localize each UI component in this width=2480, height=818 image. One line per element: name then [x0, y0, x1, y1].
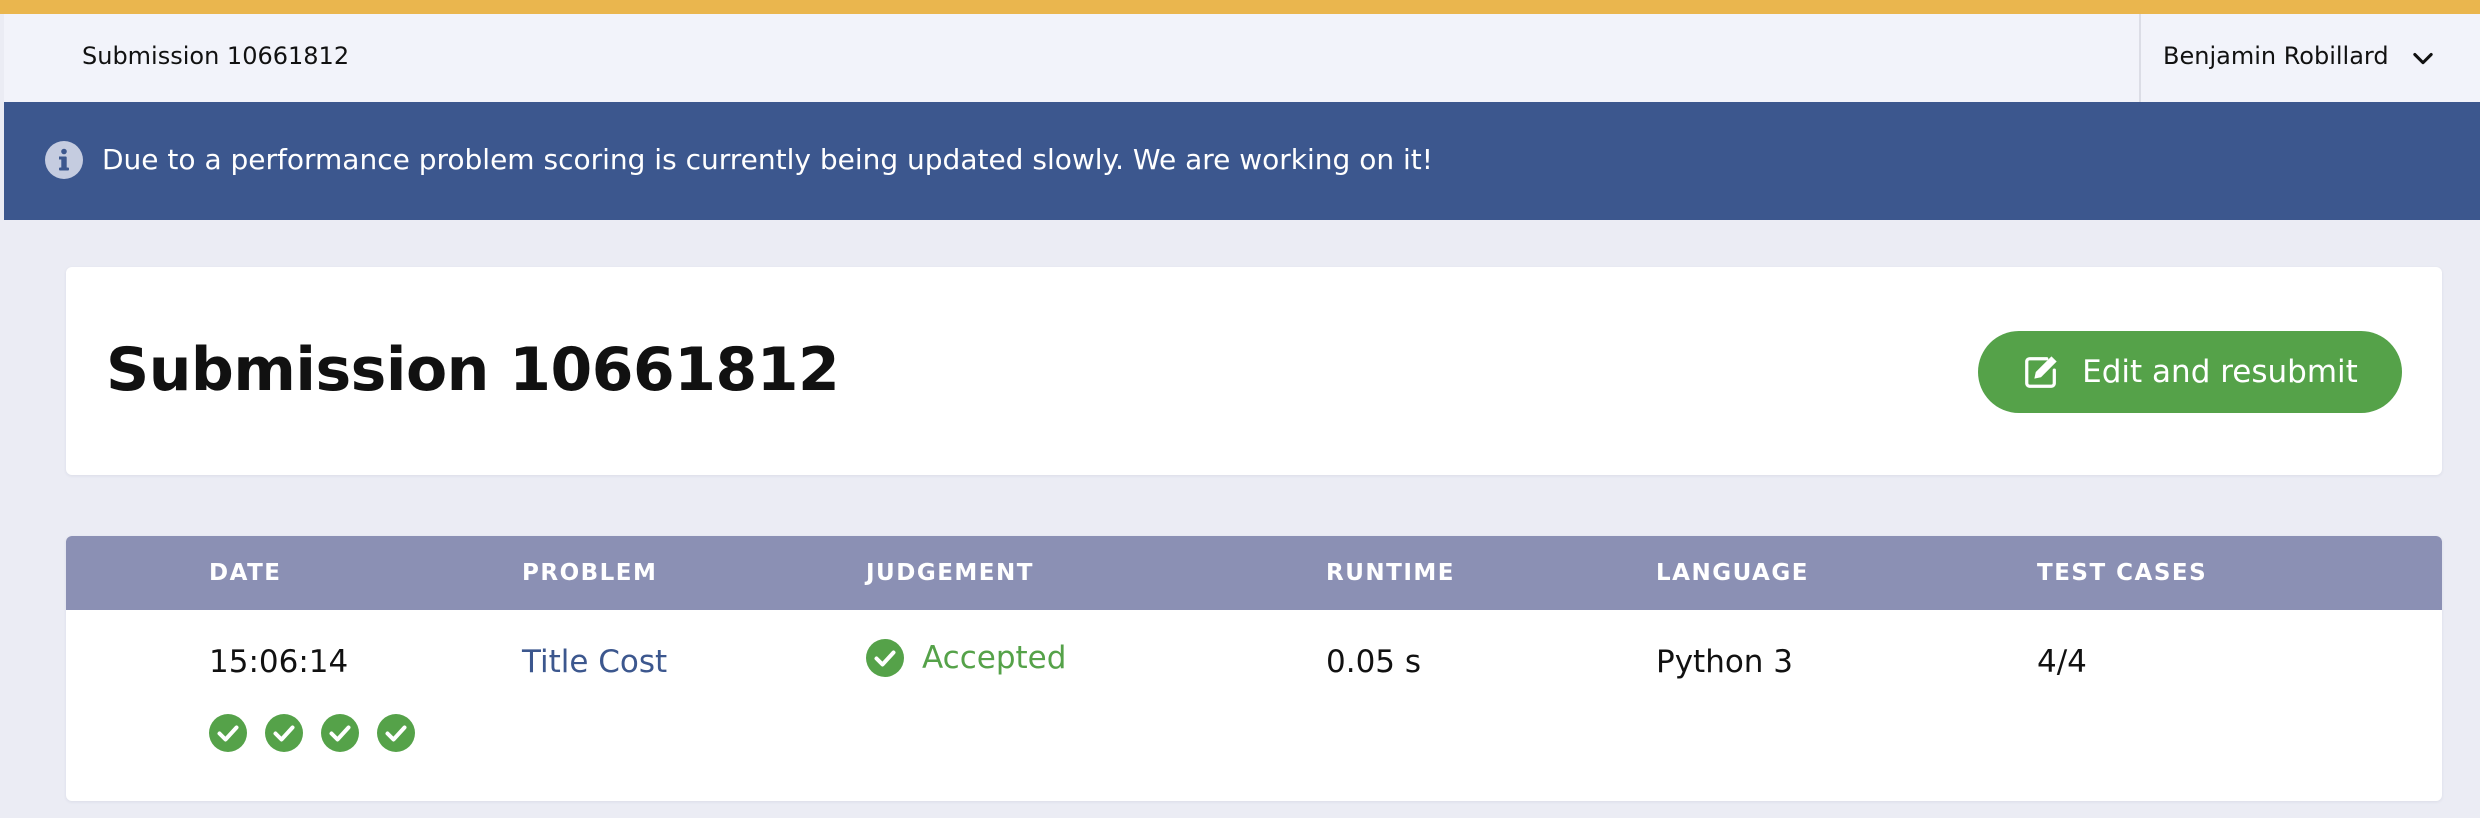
- column-header-problem: PROBLEM: [522, 560, 658, 586]
- test-case-check-icon[interactable]: [265, 714, 303, 752]
- user-name[interactable]: Benjamin Robillard: [2163, 42, 2389, 70]
- test-case-results: [209, 714, 415, 752]
- top-bar: Submission 10661812 Benjamin Robillard: [4, 14, 2480, 102]
- submission-table: DATE PROBLEM JUDGEMENT RUNTIME LANGUAGE …: [66, 536, 2442, 801]
- column-header-date: DATE: [209, 560, 282, 586]
- top-accent-stripe: [0, 0, 2480, 14]
- check-circle-icon: [866, 639, 904, 677]
- cell-judgement: Accepted: [866, 639, 1066, 677]
- cell-runtime: 0.05 s: [1326, 644, 1422, 680]
- page-title: Submission 10661812: [106, 335, 840, 405]
- submission-header-card: Submission 10661812 Edit and resubmit: [66, 267, 2442, 475]
- test-case-check-icon[interactable]: [377, 714, 415, 752]
- edit-and-resubmit-label: Edit and resubmit: [2082, 354, 2358, 390]
- test-case-check-icon[interactable]: [209, 714, 247, 752]
- cell-language: Python 3: [1656, 644, 1794, 680]
- cell-test-cases: 4/4: [2037, 644, 2087, 680]
- edit-and-resubmit-button[interactable]: Edit and resubmit: [1978, 331, 2402, 413]
- user-menu[interactable]: Benjamin Robillard: [2139, 14, 2480, 102]
- cell-date: 15:06:14: [209, 644, 349, 680]
- table-header: DATE PROBLEM JUDGEMENT RUNTIME LANGUAGE …: [66, 536, 2442, 610]
- problem-link[interactable]: Title Cost: [522, 644, 667, 680]
- chevron-down-icon[interactable]: [2409, 44, 2437, 72]
- breadcrumb[interactable]: Submission 10661812: [82, 42, 349, 70]
- notice-banner: Due to a performance problem scoring is …: [4, 102, 2480, 220]
- banner-message: Due to a performance problem scoring is …: [102, 143, 1433, 176]
- column-header-language: LANGUAGE: [1656, 560, 1809, 586]
- column-header-runtime: RUNTIME: [1326, 560, 1455, 586]
- edit-icon: [2025, 356, 2057, 388]
- test-case-check-icon[interactable]: [321, 714, 359, 752]
- column-header-judgement: JUDGEMENT: [866, 560, 1034, 586]
- column-header-test-cases: TEST CASES: [2037, 560, 2208, 586]
- judgement-label: Accepted: [922, 640, 1067, 676]
- info-icon: [45, 141, 83, 179]
